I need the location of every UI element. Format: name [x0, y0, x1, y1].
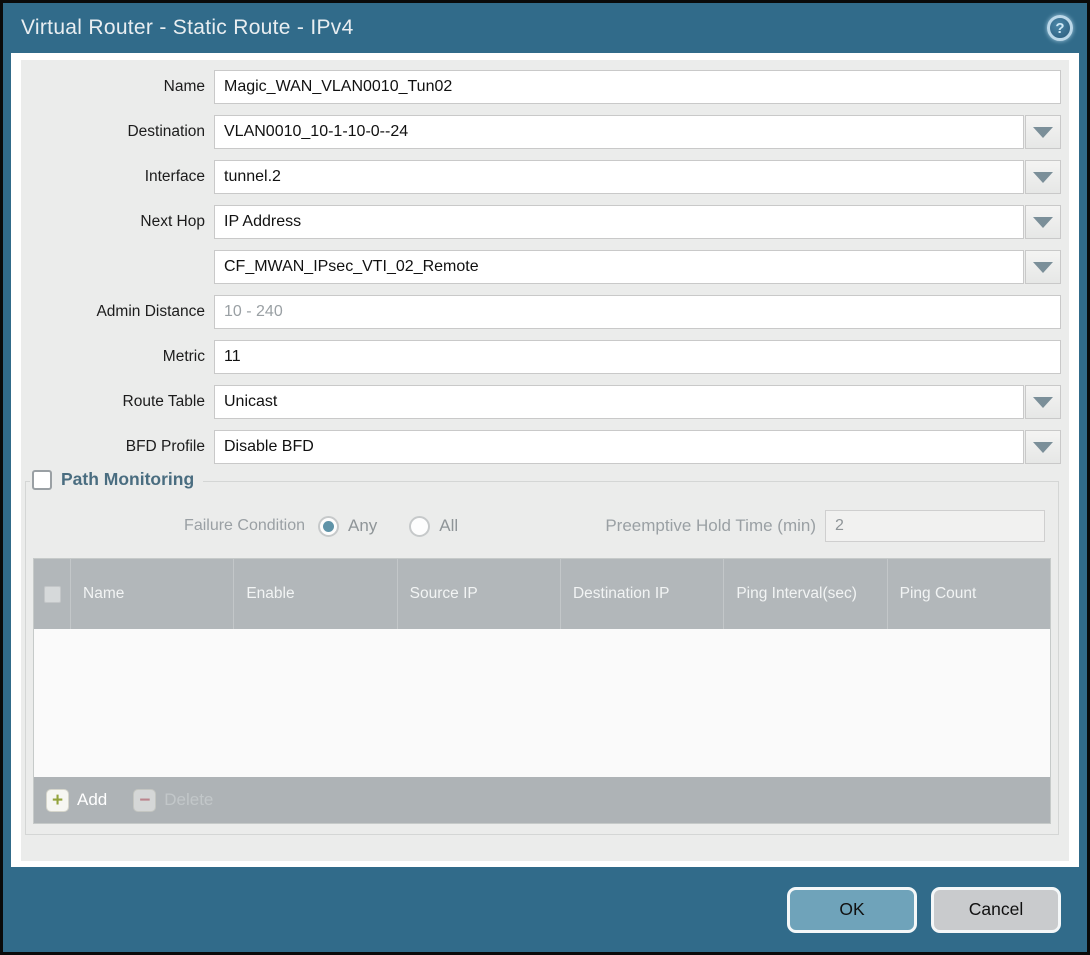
- failure-condition-all-radio[interactable]: All: [409, 516, 458, 537]
- chevron-down-icon: [1033, 217, 1053, 228]
- table-header-source-ip[interactable]: Source IP: [397, 559, 560, 629]
- chevron-down-icon: [1033, 172, 1053, 183]
- failure-condition-row: Failure Condition Any All Preemptive Hol…: [33, 510, 1045, 542]
- failure-condition-any-radio[interactable]: Any: [318, 516, 377, 537]
- next-hop-address-input[interactable]: [214, 250, 1024, 284]
- destination-dropdown-button[interactable]: [1025, 115, 1061, 149]
- admin-distance-row: Admin Distance: [23, 295, 1061, 329]
- name-input[interactable]: [214, 70, 1061, 104]
- delete-button-label: Delete: [164, 790, 213, 810]
- interface-row: Interface: [23, 160, 1061, 194]
- bfd-profile-row: BFD Profile: [23, 430, 1061, 464]
- chevron-down-icon: [1033, 442, 1053, 453]
- destination-input[interactable]: [214, 115, 1024, 149]
- radio-icon: [409, 516, 430, 537]
- next-hop-type-dropdown-button[interactable]: [1025, 205, 1061, 239]
- destination-label: Destination: [23, 123, 205, 141]
- ok-button[interactable]: OK: [787, 887, 917, 933]
- route-table-row: Route Table: [23, 385, 1061, 419]
- failure-condition-any-label: Any: [348, 516, 377, 536]
- failure-condition-label: Failure Condition: [33, 517, 305, 535]
- dialog-title: Virtual Router - Static Route - IPv4: [21, 16, 354, 40]
- table-body-empty: [34, 629, 1050, 777]
- route-table-label: Route Table: [23, 393, 205, 411]
- chevron-down-icon: [1033, 397, 1053, 408]
- interface-label: Interface: [23, 168, 205, 186]
- titlebar: Virtual Router - Static Route - IPv4 ?: [3, 3, 1087, 53]
- bfd-profile-label: BFD Profile: [23, 438, 205, 456]
- name-label: Name: [23, 78, 205, 96]
- path-monitoring-legend: Path Monitoring: [30, 469, 203, 490]
- name-row: Name: [23, 70, 1061, 104]
- cancel-button[interactable]: Cancel: [931, 887, 1061, 933]
- table-header-name[interactable]: Name: [70, 559, 233, 629]
- add-plus-icon: +: [46, 789, 69, 812]
- next-hop-label: Next Hop: [23, 213, 205, 231]
- preemptive-hold-time-input[interactable]: [825, 510, 1045, 542]
- bfd-profile-input[interactable]: [214, 430, 1024, 464]
- bfd-profile-dropdown-button[interactable]: [1025, 430, 1061, 464]
- delete-minus-icon: −: [133, 789, 156, 812]
- admin-distance-label: Admin Distance: [23, 303, 205, 321]
- dialog-body: Name Destination Interface: [3, 53, 1087, 867]
- interface-dropdown-button[interactable]: [1025, 160, 1061, 194]
- table-header-ping-interval[interactable]: Ping Interval(sec): [723, 559, 886, 629]
- table-toolbar: + Add − Delete: [34, 777, 1050, 823]
- admin-distance-input[interactable]: [214, 295, 1061, 329]
- table-header-row: Name Enable Source IP Destination IP Pin…: [34, 559, 1050, 629]
- help-icon[interactable]: ?: [1047, 15, 1073, 41]
- path-monitoring-checkbox[interactable]: [32, 470, 52, 490]
- chevron-down-icon: [1033, 262, 1053, 273]
- table-header-destination-ip[interactable]: Destination IP: [560, 559, 723, 629]
- add-button[interactable]: + Add: [46, 789, 133, 812]
- route-table-input[interactable]: [214, 385, 1024, 419]
- metric-input[interactable]: [214, 340, 1061, 374]
- chevron-down-icon: [1033, 127, 1053, 138]
- table-header-enable[interactable]: Enable: [233, 559, 396, 629]
- next-hop-type-input[interactable]: [214, 205, 1024, 239]
- radio-icon: [318, 516, 339, 537]
- failure-condition-all-label: All: [439, 516, 458, 536]
- table-header-ping-count[interactable]: Ping Count: [887, 559, 1050, 629]
- path-monitoring-section: Path Monitoring Failure Condition Any Al…: [25, 481, 1059, 835]
- select-all-checkbox[interactable]: [44, 586, 61, 603]
- destination-row: Destination: [23, 115, 1061, 149]
- next-hop-row: Next Hop: [23, 205, 1061, 239]
- path-monitoring-table: Name Enable Source IP Destination IP Pin…: [33, 558, 1051, 824]
- static-route-dialog: Virtual Router - Static Route - IPv4 ? N…: [0, 0, 1090, 955]
- path-monitoring-title: Path Monitoring: [61, 469, 194, 490]
- dialog-footer: OK Cancel: [3, 867, 1087, 952]
- metric-row: Metric: [23, 340, 1061, 374]
- metric-label: Metric: [23, 348, 205, 366]
- delete-button[interactable]: − Delete: [133, 789, 213, 812]
- next-hop-address-row: [23, 250, 1061, 284]
- form-panel: Name Destination Interface: [21, 60, 1069, 861]
- next-hop-address-dropdown-button[interactable]: [1025, 250, 1061, 284]
- add-button-label: Add: [77, 790, 107, 810]
- table-header-checkbox-cell: [34, 559, 70, 629]
- preemptive-hold-time-label: Preemptive Hold Time (min): [605, 516, 816, 536]
- interface-input[interactable]: [214, 160, 1024, 194]
- route-table-dropdown-button[interactable]: [1025, 385, 1061, 419]
